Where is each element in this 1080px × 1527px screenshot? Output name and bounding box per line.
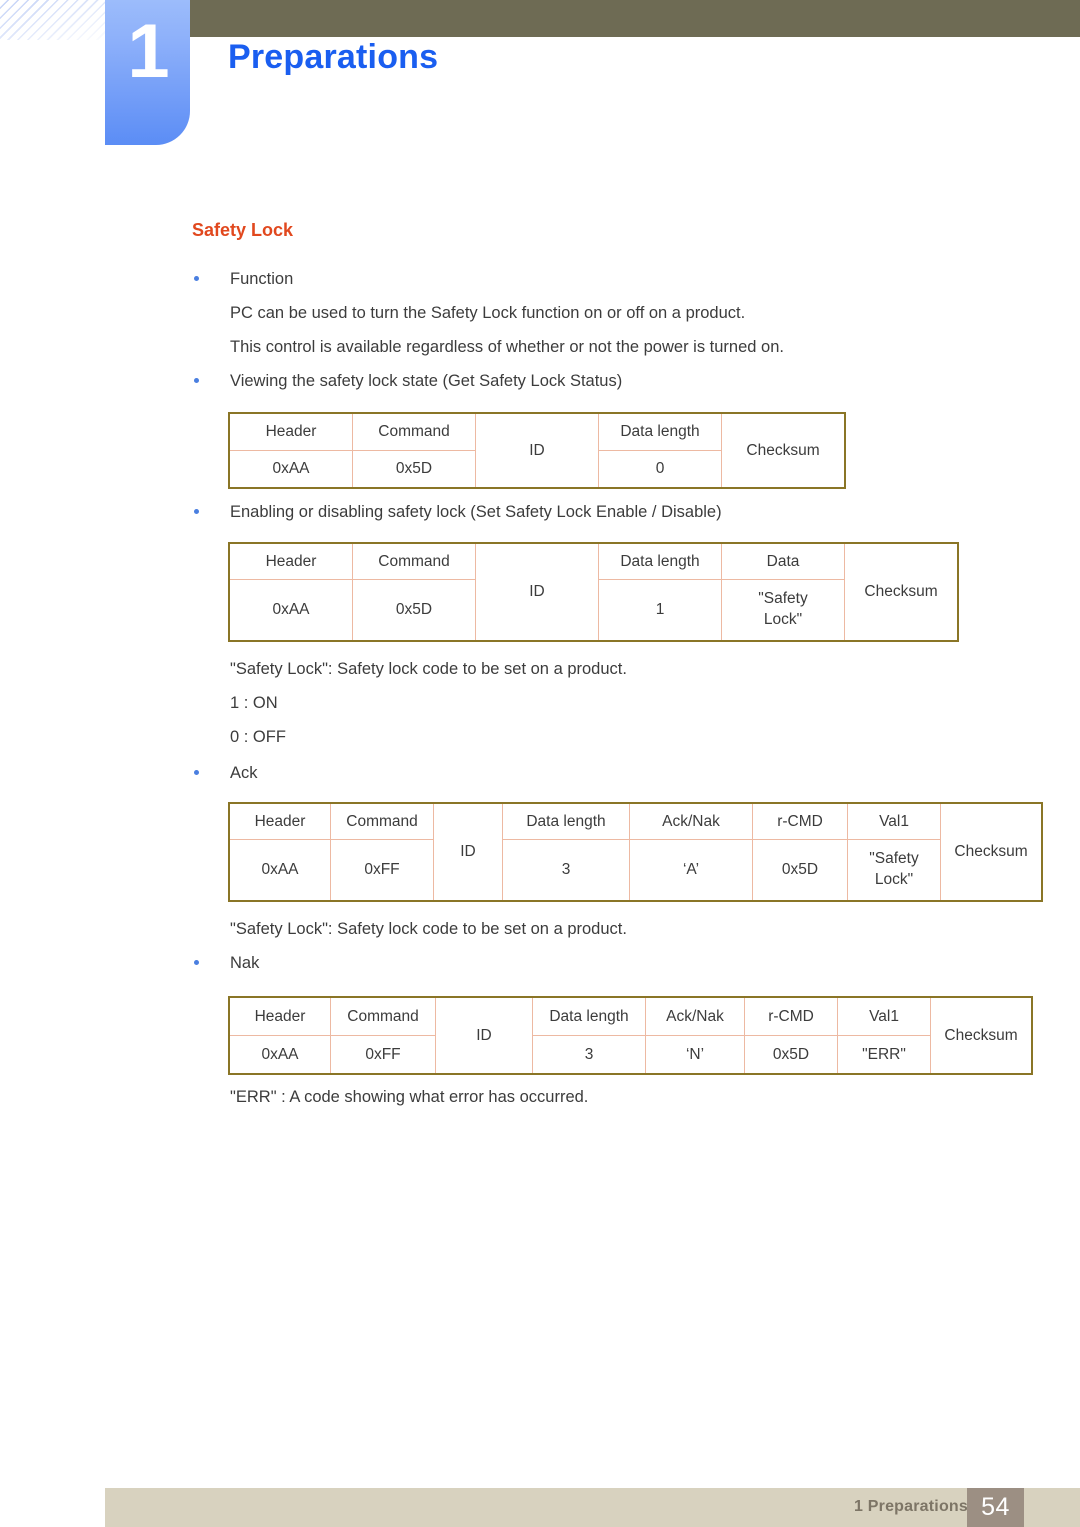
cell-header-r-cmd: r-CMD (752, 802, 848, 840)
cell-value-data-length: 3 (532, 1035, 646, 1075)
cell-header-data-length: Data length (598, 412, 722, 451)
cell-checksum: Checksum (721, 412, 846, 489)
safety-lock-note-block-2: "Safety Lock": Safety lock code to be se… (192, 912, 1012, 980)
cell-value-data-line2: Lock" (763, 611, 803, 628)
cell-value-header: 0xAA (228, 450, 353, 489)
section-title: Safety Lock (192, 220, 294, 240)
cell-value-command: 0xFF (330, 1035, 436, 1075)
cell-value-header: 0xAA (228, 839, 331, 902)
cell-header-val1: Val1 (847, 802, 941, 840)
page-number: 54 (967, 1488, 1024, 1527)
table-get-safety-lock-status: Header Command ID Data length Checksum 0… (228, 412, 846, 489)
bullet-set-enable: Enabling or disabling safety lock (Set S… (192, 495, 1012, 529)
bullet-nak-label: Nak (230, 954, 260, 972)
cell-value-data-length: 1 (598, 579, 722, 642)
bullet-ack-label: Ack (230, 764, 258, 782)
cell-value-data: "Safety Lock" (721, 579, 845, 642)
bullet-get-status-label: Viewing the safety lock state (Get Safet… (230, 372, 623, 390)
cell-header-data-length: Data length (502, 802, 630, 840)
table-set-safety-lock: Header Command ID Data length Data Check… (228, 542, 959, 642)
function-line-2: This control is available regardless of … (230, 338, 784, 356)
cell-header-command: Command (352, 542, 476, 580)
cell-header-ack-nak: Ack/Nak (629, 802, 753, 840)
cell-value-val1: "Safety Lock" (847, 839, 941, 902)
function-block: Function PC can be used to turn the Safe… (192, 262, 1012, 364)
cell-value-header: 0xAA (228, 1035, 331, 1075)
cell-id: ID (435, 996, 533, 1075)
cell-value-data-length: 0 (598, 450, 722, 489)
cell-value-command: 0x5D (352, 450, 476, 489)
table-nak: Header Command ID Data length Ack/Nak r-… (228, 996, 1033, 1075)
table-row: 0xAA 0xFF 3 ‘A’ 0x5D "Safety Lock" (228, 839, 1042, 902)
get-status-block: Viewing the safety lock state (Get Safet… (192, 364, 1012, 398)
set-enable-block: Enabling or disabling safety lock (Set S… (192, 495, 1012, 529)
bullet-get-status: Viewing the safety lock state (Get Safet… (192, 364, 1012, 398)
safety-lock-note-1: "Safety Lock": Safety lock code to be se… (230, 660, 627, 678)
table-ack: Header Command ID Data length Ack/Nak r-… (228, 802, 1043, 902)
cell-header-header: Header (228, 996, 331, 1036)
cell-checksum: Checksum (940, 802, 1043, 902)
cell-id: ID (475, 412, 599, 489)
bullet-dot-icon (192, 756, 230, 790)
page-title: Preparations (228, 38, 439, 76)
cell-header-data: Data (721, 542, 845, 580)
cell-header-val1: Val1 (837, 996, 931, 1036)
bullet-dot-icon (192, 495, 230, 529)
document-page: 1 Preparations Safety Lock Function PC c… (0, 0, 1080, 1527)
value-off: 0 : OFF (230, 728, 286, 746)
cell-id: ID (475, 542, 599, 642)
err-note: "ERR" : A code showing what error has oc… (230, 1088, 589, 1106)
bullet-dot-icon (192, 946, 230, 980)
cell-header-r-cmd: r-CMD (744, 996, 838, 1036)
bullet-function-label: Function (230, 270, 294, 288)
chapter-number: 1 (127, 9, 169, 94)
cell-value-command: 0x5D (352, 579, 476, 642)
cell-value-data-line1: "Safety (758, 590, 808, 608)
table-row: Header Command ID Data length Ack/Nak r-… (228, 996, 1033, 1075)
cell-value-ack-nak: ‘A’ (629, 839, 753, 902)
cell-value-header: 0xAA (228, 579, 353, 642)
table-row: Header Command ID Data length Ack/Nak r-… (228, 802, 1043, 902)
cell-value-val1: "ERR" (837, 1035, 931, 1075)
bullet-dot-icon (192, 262, 230, 296)
safety-lock-note-2: "Safety Lock": Safety lock code to be se… (230, 920, 627, 938)
cell-header-command: Command (330, 996, 436, 1036)
cell-header-header: Header (228, 412, 353, 451)
cell-header-header: Header (228, 542, 353, 580)
cell-checksum: Checksum (844, 542, 959, 642)
bullet-dot-icon (192, 364, 230, 398)
table-row: Header Command ID Data length Data Check… (228, 542, 959, 642)
safety-lock-note-block-1: "Safety Lock": Safety lock code to be se… (192, 652, 1012, 754)
ack-block: Ack (192, 756, 1012, 790)
cell-value-command: 0xFF (330, 839, 434, 902)
cell-value-r-cmd: 0x5D (752, 839, 848, 902)
footer-chapter-label: 1 Preparations (854, 1498, 968, 1515)
cell-header-data-length: Data length (598, 542, 722, 580)
function-line-1: PC can be used to turn the Safety Lock f… (230, 304, 746, 322)
cell-value-val1-line2: Lock" (874, 871, 914, 888)
cell-value-data-length: 3 (502, 839, 630, 902)
cell-id: ID (433, 802, 503, 902)
bullet-nak: Nak (192, 946, 1012, 980)
cell-header-header: Header (228, 802, 331, 840)
cell-value-ack-nak: ‘N’ (645, 1035, 745, 1075)
cell-checksum: Checksum (930, 996, 1033, 1075)
table-row: Header Command ID Data length Checksum (228, 412, 846, 489)
bullet-function: Function (192, 262, 1012, 296)
cell-value-r-cmd: 0x5D (744, 1035, 838, 1075)
bullet-set-enable-label: Enabling or disabling safety lock (Set S… (230, 503, 722, 521)
bullet-ack: Ack (192, 756, 1012, 790)
err-note-block: "ERR" : A code showing what error has oc… (192, 1080, 1012, 1114)
cell-header-command: Command (352, 412, 476, 451)
chapter-number-tab: 1 (105, 0, 190, 145)
cell-header-ack-nak: Ack/Nak (645, 996, 745, 1036)
cell-value-val1-line1: "Safety (869, 850, 919, 868)
cell-header-data-length: Data length (532, 996, 646, 1036)
value-on: 1 : ON (230, 694, 278, 712)
cell-header-command: Command (330, 802, 434, 840)
diagonal-hatch-decoration (0, 0, 108, 40)
header-olive-bar (190, 0, 1080, 37)
table-row: 0xAA 0xFF 3 ‘N’ 0x5D "ERR" (228, 1035, 1032, 1075)
